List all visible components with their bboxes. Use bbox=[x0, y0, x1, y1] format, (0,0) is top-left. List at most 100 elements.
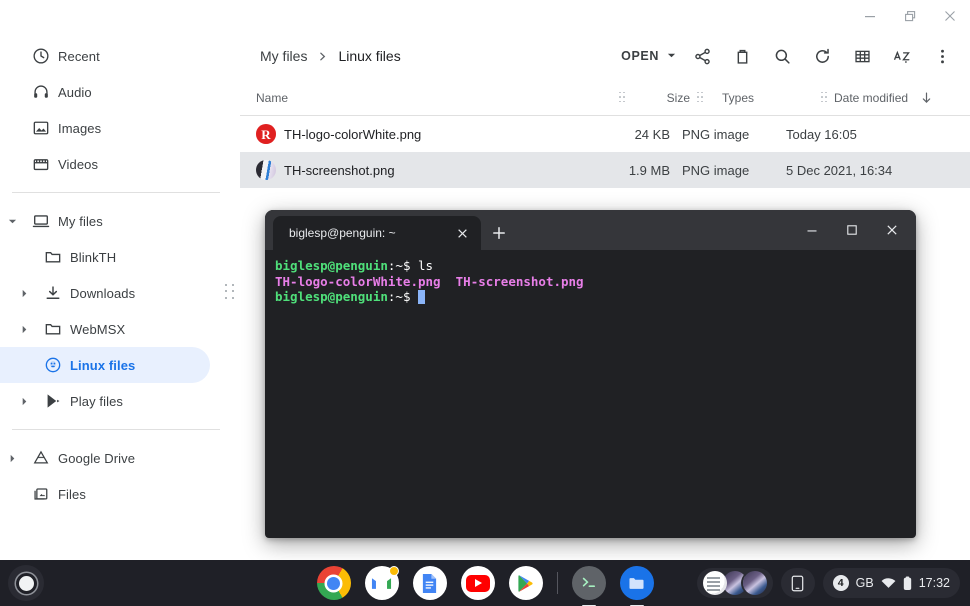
terminal-line: biglesp@penguin:~$ bbox=[275, 289, 906, 305]
play-store-icon[interactable] bbox=[508, 566, 543, 600]
system-tray: 4 GB 17:32 bbox=[696, 566, 960, 600]
more-options-icon[interactable] bbox=[922, 36, 962, 76]
sidebar-item-label: My files bbox=[58, 213, 103, 229]
sidebar-item-recent[interactable]: Recent bbox=[0, 38, 210, 74]
breadcrumb: My files Linux files bbox=[260, 48, 401, 64]
refresh-icon[interactable] bbox=[802, 36, 842, 76]
new-tab-icon[interactable] bbox=[481, 216, 517, 250]
file-name: TH-screenshot.png bbox=[284, 162, 395, 178]
sidebar-item-label: Linux files bbox=[70, 357, 136, 373]
breadcrumb-item-my-files[interactable]: My files bbox=[260, 48, 307, 64]
chrome-icon[interactable] bbox=[316, 566, 351, 600]
chevron-down-icon[interactable] bbox=[0, 217, 24, 226]
notification-thumb-3-icon bbox=[742, 571, 767, 595]
shelf: 4 GB 17:32 bbox=[0, 560, 970, 606]
drive-icon bbox=[24, 449, 58, 467]
youtube-play-glyph bbox=[465, 574, 490, 592]
gmail-icon[interactable] bbox=[364, 566, 399, 600]
sidebar-item-linux-files[interactable]: Linux files bbox=[0, 347, 210, 383]
splitter-handle-icon[interactable] bbox=[225, 284, 235, 300]
shelf-separator bbox=[556, 572, 558, 594]
sidebar-item-videos[interactable]: Videos bbox=[0, 146, 210, 182]
terminal-icon[interactable] bbox=[571, 566, 606, 600]
column-resize-handle[interactable] bbox=[814, 91, 834, 104]
column-header-size[interactable]: Size bbox=[632, 91, 690, 105]
file-type: PNG image bbox=[682, 162, 750, 178]
sidebar-item-blinkth[interactable]: BlinkTH bbox=[0, 239, 210, 275]
folder-icon bbox=[36, 320, 70, 338]
close-tab-icon[interactable] bbox=[451, 222, 473, 244]
open-button-label: OPEN bbox=[621, 49, 659, 63]
sidebar-item-webmsx[interactable]: WebMSX bbox=[0, 311, 210, 347]
chromeos-desktop: Recent Audio Images Videos My files Blin… bbox=[0, 0, 970, 606]
sort-descending-arrow-icon bbox=[920, 91, 933, 104]
file-list-header: Name Size Types Date modified bbox=[240, 80, 970, 116]
open-button[interactable]: OPEN bbox=[611, 40, 682, 72]
sidebar-item-label: Google Drive bbox=[58, 450, 136, 466]
delete-icon[interactable] bbox=[722, 36, 762, 76]
terminal-tab[interactable]: biglesp@penguin: ~ bbox=[273, 216, 481, 250]
column-header-date-label: Date modified bbox=[834, 90, 909, 105]
chevron-right-icon[interactable] bbox=[12, 289, 36, 298]
column-header-types[interactable]: Types bbox=[710, 91, 814, 105]
chevron-right-icon[interactable] bbox=[0, 454, 24, 463]
notification-thumbnails[interactable] bbox=[696, 568, 773, 598]
sidebar-item-my-files[interactable]: My files bbox=[0, 203, 210, 239]
terminal-prompt-path: :~$ bbox=[387, 258, 418, 273]
grip-dots-icon bbox=[619, 91, 625, 104]
sidebar-item-audio[interactable]: Audio bbox=[0, 74, 210, 110]
column-header-name[interactable]: Name bbox=[256, 91, 612, 105]
youtube-icon[interactable] bbox=[460, 566, 495, 600]
files-icon[interactable] bbox=[619, 566, 654, 600]
google-docs-icon[interactable] bbox=[412, 566, 447, 600]
notification-count-badge: 4 bbox=[832, 575, 849, 591]
chevron-right-icon[interactable] bbox=[12, 397, 36, 406]
terminal-maximize-button[interactable] bbox=[832, 210, 872, 250]
share-icon[interactable] bbox=[682, 36, 722, 76]
table-row[interactable]: R TH-logo-colorWhite.png 24 KB PNG image… bbox=[240, 116, 970, 152]
file-size: 1.9 MB bbox=[628, 162, 670, 178]
grid-view-icon[interactable] bbox=[842, 36, 882, 76]
notification-thumb-1-icon bbox=[702, 571, 727, 595]
column-resize-handle[interactable] bbox=[612, 91, 632, 104]
chevron-right-icon bbox=[317, 51, 328, 62]
keyboard-layout-label: GB bbox=[855, 576, 874, 590]
search-icon[interactable] bbox=[762, 36, 802, 76]
file-name: TH-logo-colorWhite.png bbox=[284, 126, 422, 142]
terminal-window: biglesp@penguin: ~ biglesp@penguin:~$ ls… bbox=[265, 210, 916, 538]
chevron-down-icon[interactable] bbox=[667, 49, 676, 63]
terminal-minimize-button[interactable] bbox=[792, 210, 832, 250]
sidebar-item-files[interactable]: Files bbox=[0, 476, 210, 512]
minimize-button[interactable] bbox=[850, 0, 890, 32]
linux-penguin-icon bbox=[36, 356, 70, 374]
phone-hub-icon[interactable] bbox=[780, 568, 815, 598]
restore-button[interactable] bbox=[890, 0, 930, 32]
column-resize-handle[interactable] bbox=[690, 91, 710, 104]
chevron-right-icon[interactable] bbox=[12, 325, 36, 334]
sidebar-item-downloads[interactable]: Downloads bbox=[0, 275, 210, 311]
terminal-output[interactable]: biglesp@penguin:~$ ls TH-logo-colorWhite… bbox=[265, 250, 916, 313]
files-icon bbox=[24, 485, 58, 503]
grip-dots-icon bbox=[697, 91, 703, 104]
terminal-line: TH-logo-colorWhite.png TH-screenshot.png bbox=[275, 274, 906, 290]
table-row[interactable]: TH-screenshot.png 1.9 MB PNG image 5 Dec… bbox=[240, 152, 970, 188]
computer-icon bbox=[24, 212, 58, 230]
column-header-date-modified[interactable]: Date modified bbox=[834, 91, 958, 105]
breadcrumb-item-linux-files[interactable]: Linux files bbox=[338, 48, 400, 64]
sidebar-item-label: Audio bbox=[58, 84, 92, 100]
sidebar-item-google-drive[interactable]: Google Drive bbox=[0, 440, 210, 476]
sidebar-splitter[interactable] bbox=[220, 32, 240, 560]
status-area[interactable]: 4 GB 17:32 bbox=[822, 568, 960, 598]
sidebar-item-play-files[interactable]: Play files bbox=[0, 383, 210, 419]
terminal-tab-bar: biglesp@penguin: ~ bbox=[265, 210, 916, 250]
battery-icon bbox=[903, 575, 912, 591]
gmail-badge-icon bbox=[388, 566, 399, 576]
sort-az-icon[interactable] bbox=[882, 36, 922, 76]
clock-icon bbox=[24, 47, 58, 65]
close-button[interactable] bbox=[930, 0, 970, 32]
terminal-close-button[interactable] bbox=[872, 210, 912, 250]
clock-label: 17:32 bbox=[918, 576, 950, 590]
download-icon bbox=[36, 284, 70, 302]
play-store-icon bbox=[36, 392, 70, 410]
sidebar-item-images[interactable]: Images bbox=[0, 110, 210, 146]
